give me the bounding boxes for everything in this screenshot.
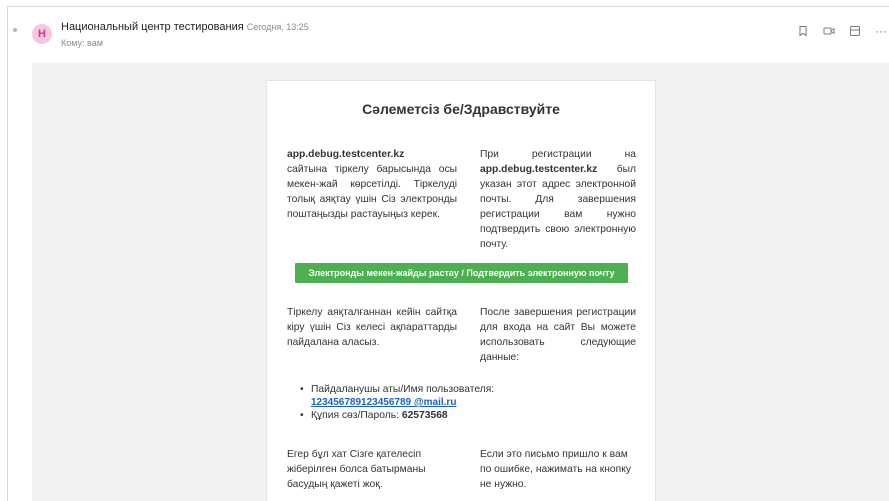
message-toolbar: ··· [795,23,889,39]
video-call-icon[interactable] [821,23,837,39]
username-label: Пайдаланушы аты/Имя пользователя: [311,384,495,395]
kz-after-text: Тіркелу аяқталғаннан кейін сайтқа кіру ү… [287,307,457,348]
message-header: Н Национальный центр тестирования Сегодня… [8,7,889,63]
kz-intro-text: app.debug.testcenter.kz сайтына тіркелу … [287,147,457,222]
username-email-link[interactable]: 123456789123456789 @mail.ru [311,396,630,409]
sender-name[interactable]: Национальный центр тестирования [61,21,244,33]
list-item: Пайдаланушы аты/Имя пользователя: 123456… [300,383,630,409]
confirm-email-button[interactable]: Электронды мекен-жайды растау / Подтверд… [295,263,628,283]
ru-footer-text: Если это письмо пришло к вам по ошибке, … [480,449,631,490]
list-item: Құпия сөз/Пароль: 62573568 [300,409,630,422]
recipient-line: Кому: вам [61,38,103,48]
ru-site-link: app.debug.testcenter.kz [480,164,598,175]
kz-site-link: app.debug.testcenter.kz [287,149,405,160]
ru-intro-after: был указан этот адрес электронной почты.… [480,164,636,250]
password-value: 62573568 [401,410,448,421]
credentials-list: Пайдаланушы аты/Имя пользователя: 123456… [300,383,630,422]
message-body: Сәлеметсіз бе/Здравствуйте app.debug.tes… [32,63,889,501]
archive-icon[interactable] [847,23,863,39]
kz-intro-body: сайтына тіркелу барысында осы мекен-жай … [287,164,457,220]
bookmark-icon[interactable] [795,23,811,39]
sender-avatar[interactable]: Н [32,24,52,44]
ru-intro-text: При регистрации на app.debug.testcenter.… [480,147,636,252]
sender-line: Национальный центр тестирования Сегодня, … [61,21,309,33]
kz-footer-text: Егер бұл хат Сізге қателесіп жіберілген … [287,449,426,490]
unread-dot-icon [13,28,17,32]
ru-after-text: После завершения регистрации для входа н… [480,307,636,363]
letter-title: Сәлеметсіз бе/Здравствуйте [362,101,560,117]
ru-intro-before: При регистрации на [480,149,636,160]
message-view: Н Национальный центр тестирования Сегодня… [7,6,889,501]
more-options-icon[interactable]: ··· [873,23,889,39]
message-time: Сегодня, 13:25 [246,22,309,32]
letter-card: Сәлеметсіз бе/Здравствуйте app.debug.tes… [266,80,656,501]
password-label: Құпия сөз/Пароль: [311,410,399,421]
